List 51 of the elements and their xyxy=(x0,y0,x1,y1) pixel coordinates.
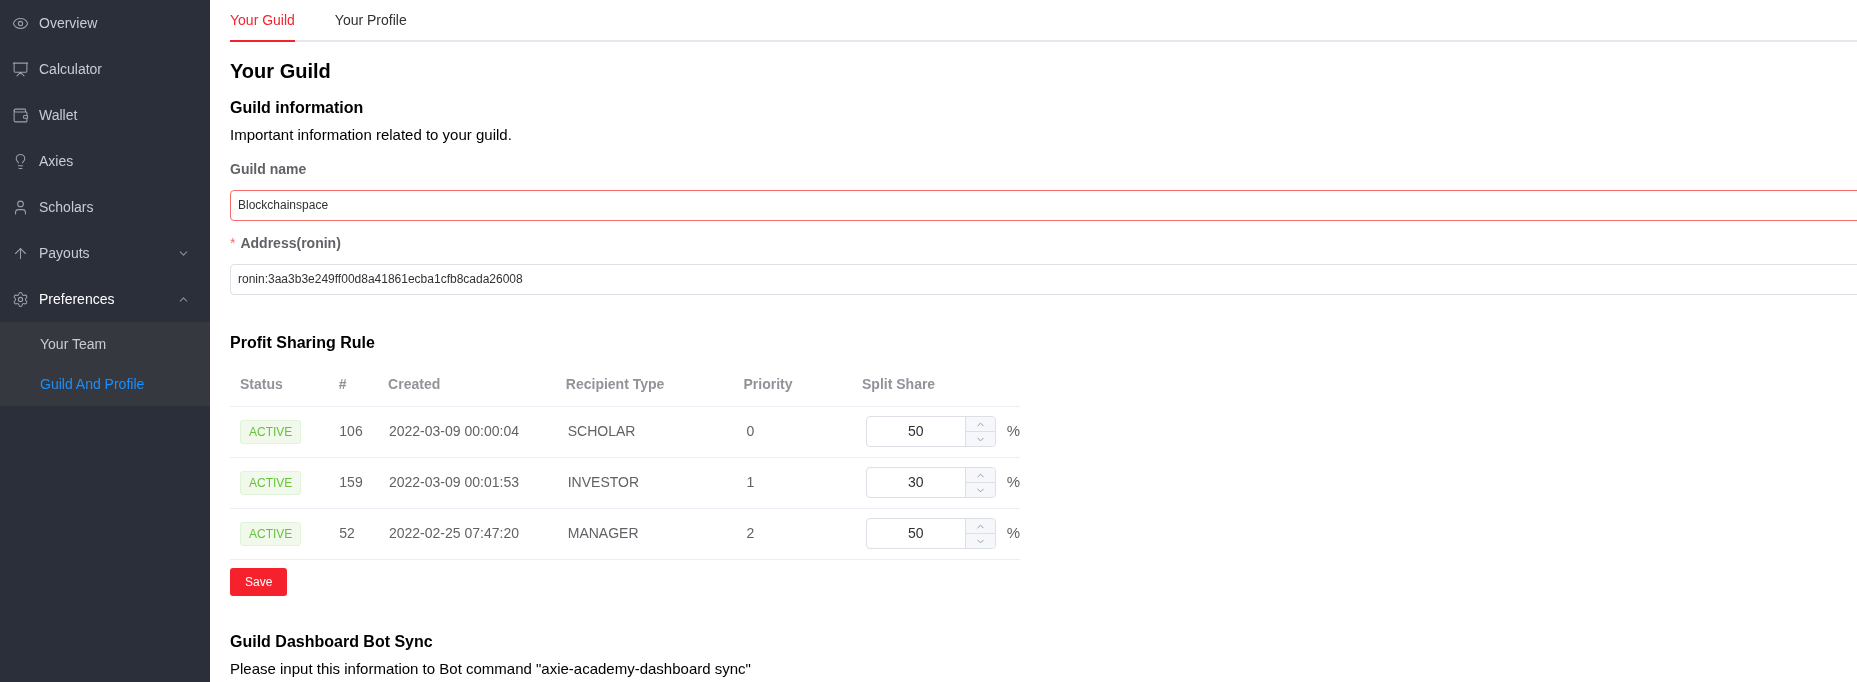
sidebar-item[interactable]: Overview xyxy=(0,0,210,46)
field-label: Address(ronin) xyxy=(240,233,341,253)
table-cell: 2022-03-09 00:00:04 xyxy=(388,423,519,439)
section-description: Important information related to your guild. xyxy=(230,125,513,145)
status-tag: ACTIVE xyxy=(240,419,302,444)
section-title: Profit Sharing Rule xyxy=(230,332,376,353)
page-title: Your Guild xyxy=(230,59,332,84)
section-description: Please input this information to Bot command "axie-academy-dashboard sync" xyxy=(230,658,752,679)
percent-sign: % xyxy=(1006,523,1020,544)
column-header: # xyxy=(338,374,348,394)
tab[interactable]: Your Profile xyxy=(334,0,407,42)
input-field[interactable]: Blockchainspace xyxy=(230,189,1857,221)
sidebar-item[interactable]: Scholars xyxy=(0,184,210,230)
table-cell: 106 xyxy=(339,423,363,439)
column-header: Created xyxy=(388,374,442,394)
sidebar-item[interactable]: Axies xyxy=(0,138,210,184)
table-cell: SCHOLAR xyxy=(567,423,636,439)
sidebar-item[interactable]: Preferences xyxy=(0,276,210,322)
table-cell: 0 xyxy=(746,423,755,439)
column-header: Split Share xyxy=(862,374,937,394)
table-cell: INVESTOR xyxy=(567,474,640,490)
column-header: Priority xyxy=(743,374,794,394)
table-cell: 2022-02-25 07:47:20 xyxy=(388,525,519,541)
submenu-item[interactable]: Guild And Profile xyxy=(0,364,210,404)
field-label: Guild name xyxy=(230,159,307,179)
percent-sign: % xyxy=(1006,421,1020,442)
column-header: Status xyxy=(240,374,284,394)
wallet-icon xyxy=(12,106,29,124)
column-header: Recipient Type xyxy=(565,374,666,394)
table-cell: 1 xyxy=(746,474,755,490)
person-icon xyxy=(12,198,29,216)
status-tag: ACTIVE xyxy=(240,521,302,546)
settings-icon xyxy=(12,290,29,308)
required-asterisk: * xyxy=(230,233,236,253)
sidebar-item[interactable]: Calculator xyxy=(0,46,210,92)
table-cell: 159 xyxy=(339,474,363,490)
sidebar-item[interactable]: Wallet xyxy=(0,92,210,138)
section-title: Guild information xyxy=(230,98,365,118)
percent-sign: % xyxy=(1006,472,1020,493)
table-cell: 2 xyxy=(746,525,755,541)
input-field[interactable]: ronin:3aa3b3e249ff00d8a41861ecba1cfb8cada26008 xyxy=(230,263,1857,295)
save-button[interactable]: Save xyxy=(230,567,288,596)
table-cell: 52 xyxy=(339,525,355,541)
presentation-board-icon xyxy=(12,60,29,78)
table-cell: MANAGER xyxy=(567,525,639,541)
tab[interactable]: Your Guild xyxy=(230,0,295,42)
status-tag: ACTIVE xyxy=(240,470,302,495)
table-cell: 2022-03-09 00:01:53 xyxy=(388,474,519,490)
sidebar-item[interactable]: Payouts xyxy=(0,230,210,276)
section-title: Guild Dashboard Bot Sync xyxy=(230,631,434,652)
submenu-item[interactable]: Your Team xyxy=(0,324,210,364)
